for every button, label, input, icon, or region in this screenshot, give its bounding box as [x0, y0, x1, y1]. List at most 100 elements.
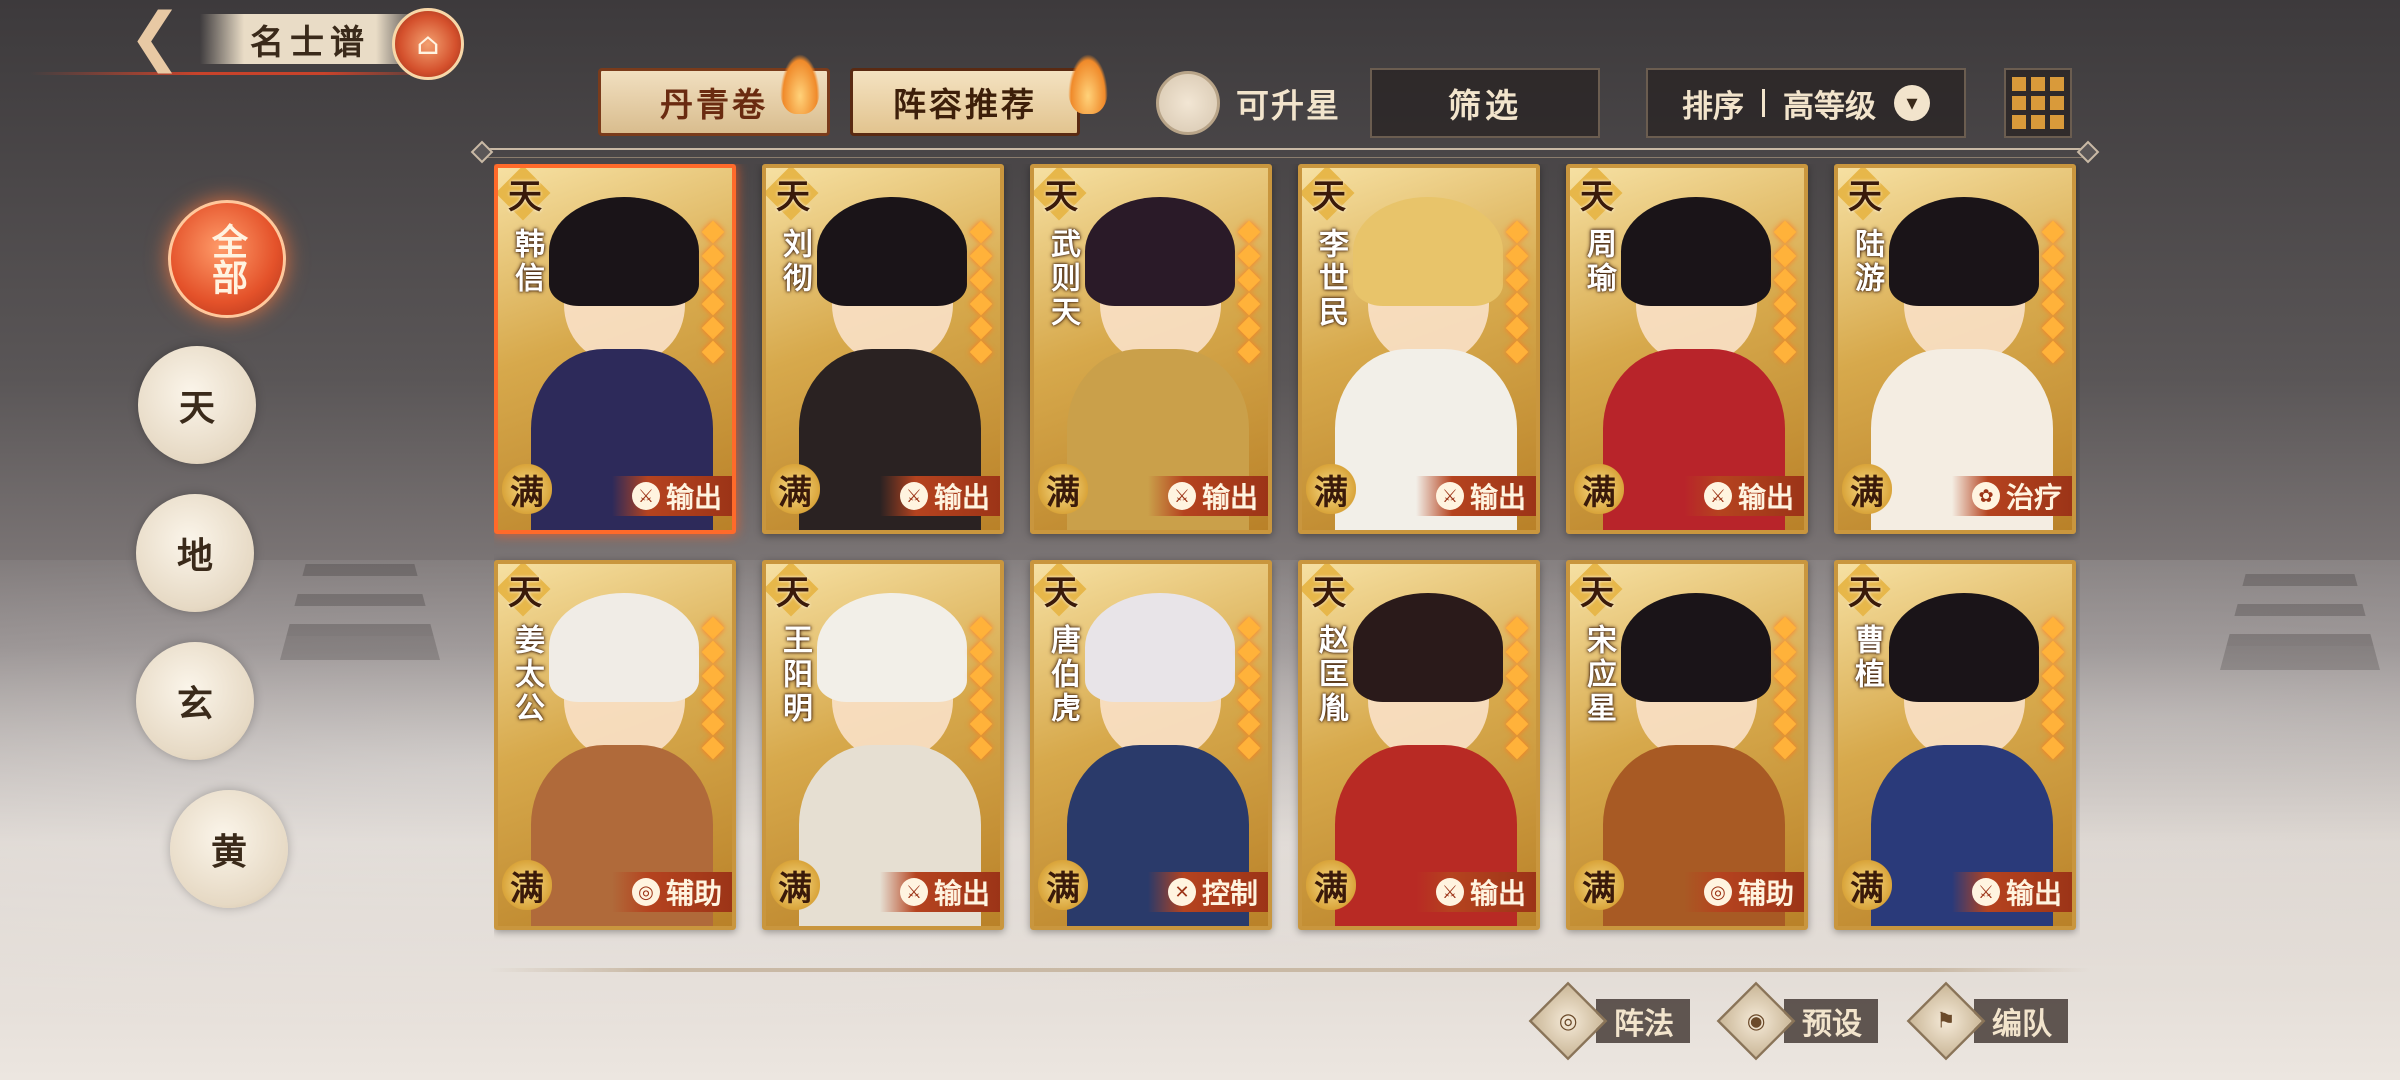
role-label: 输出: [2005, 877, 2062, 910]
star-icon: [701, 244, 725, 268]
sword-icon: ⚔: [1435, 482, 1464, 510]
hero-hair: [1621, 592, 1772, 702]
sword-icon: ⚔: [899, 878, 928, 906]
star-icon: [1505, 220, 1529, 244]
star-icon: [1505, 712, 1529, 736]
star-rating: [700, 220, 726, 364]
tab-lineup-recommend[interactable]: 阵容推荐: [850, 68, 1080, 136]
preset-button[interactable]: ◉ 预设: [1716, 981, 1878, 1061]
role-tag: ⚔ 输出: [1952, 872, 2072, 912]
rank-filter-di[interactable]: 地: [136, 494, 254, 612]
hero-card[interactable]: 天曹植满 ⚔ 输出: [1834, 560, 2076, 930]
sword-icon: ⚔: [1167, 482, 1196, 510]
max-level-badge: 满: [1306, 860, 1356, 910]
hero-card-grid: 天韩信满 ⚔ 输出天刘彻满 ⚔ 输出天武则天满 ⚔ 输出天李世民满 ⚔ 输出天周瑜满 ⚔ 输出天陆游…: [494, 164, 2080, 954]
grid-view-icon[interactable]: [2004, 68, 2072, 138]
filter-button[interactable]: 筛选: [1370, 68, 1600, 138]
role-label: 输出: [1469, 481, 1526, 514]
star-icon: [1773, 220, 1797, 244]
hero-card[interactable]: 天李世民满 ⚔ 输出: [1298, 164, 1540, 534]
rank-badge: 天: [1580, 572, 1614, 613]
rank-filter-all[interactable]: 全部: [168, 200, 286, 318]
cross-icon: ✕: [1167, 878, 1196, 906]
rank-badge: 天: [508, 572, 542, 613]
role-label: 输出: [933, 877, 990, 910]
upgradable-checkbox[interactable]: [1156, 71, 1220, 135]
role-tag: ◎ 辅助: [1684, 872, 1804, 912]
max-level-badge: 满: [770, 860, 820, 910]
max-level-badge: 满: [1842, 860, 1892, 910]
hero-name: 周瑜: [1581, 228, 1616, 296]
role-tag: ✕ 控制: [1148, 872, 1268, 912]
sword-icon: ⚔: [1971, 878, 2000, 906]
hero-hair: [1353, 592, 1504, 702]
team-button[interactable]: ⚑ 编队: [1906, 981, 2068, 1061]
role-tag: ✿ 治疗: [1952, 476, 2072, 516]
rank-filter-huang[interactable]: 黄: [170, 790, 288, 908]
back-arrow-icon[interactable]: ❮: [110, 0, 200, 74]
star-icon: [969, 316, 993, 340]
star-icon: [1505, 688, 1529, 712]
star-rating: [1772, 220, 1798, 364]
sword-icon: ⚔: [1435, 878, 1464, 906]
star-icon: [1505, 244, 1529, 268]
star-icon: [1237, 220, 1261, 244]
star-rating: [1504, 616, 1530, 760]
hero-hair: [1085, 196, 1236, 306]
pavilion-emblem-icon: ⌂: [392, 8, 464, 80]
star-icon: [701, 220, 725, 244]
hero-card[interactable]: 天王阳明满 ⚔ 输出: [762, 560, 1004, 930]
preset-icon: ◉: [1716, 981, 1796, 1061]
rank-filter-tian[interactable]: 天: [138, 346, 256, 464]
star-icon: [2041, 640, 2065, 664]
rank-badge: 天: [1044, 176, 1078, 217]
formation-button[interactable]: ◎ 阵法: [1528, 981, 1690, 1061]
hero-card[interactable]: 天赵匡胤满 ⚔ 输出: [1298, 560, 1540, 930]
star-rating: [1504, 220, 1530, 364]
role-tag: ⚔ 输出: [880, 476, 1000, 516]
star-icon: [701, 736, 725, 760]
star-icon: [2041, 616, 2065, 640]
leaf-icon: ✿: [1971, 482, 2000, 510]
star-icon: [2041, 316, 2065, 340]
hero-card[interactable]: 天周瑜满 ⚔ 输出: [1566, 164, 1808, 534]
role-tag: ◎ 辅助: [612, 872, 732, 912]
role-tag: ⚔ 输出: [1684, 476, 1804, 516]
max-level-badge: 满: [1038, 464, 1088, 514]
star-icon: [1237, 292, 1261, 316]
star-icon: [2041, 736, 2065, 760]
role-label: 输出: [933, 481, 990, 514]
star-icon: [969, 736, 993, 760]
hero-hair: [817, 196, 968, 306]
rank-badge: 天: [1580, 176, 1614, 217]
star-icon: [2041, 268, 2065, 292]
hero-card[interactable]: 天刘彻满 ⚔ 输出: [762, 164, 1004, 534]
max-level-badge: 满: [1574, 464, 1624, 514]
hero-card[interactable]: 天韩信满 ⚔ 输出: [494, 164, 736, 534]
hero-card[interactable]: 天武则天满 ⚔ 输出: [1030, 164, 1272, 534]
upgradable-label: 可升星: [1236, 86, 1341, 125]
star-icon: [2041, 220, 2065, 244]
hero-card[interactable]: 天唐伯虎满 ✕ 控制: [1030, 560, 1272, 930]
sort-dropdown[interactable]: 排序 高等级 ▾: [1646, 68, 1966, 138]
star-icon: [1505, 340, 1529, 364]
star-icon: [2041, 664, 2065, 688]
upgradable-toggle[interactable]: 可升星: [1156, 70, 1341, 136]
hero-card[interactable]: 天陆游满 ✿ 治疗: [1834, 164, 2076, 534]
star-icon: [1237, 340, 1261, 364]
star-icon: [1237, 688, 1261, 712]
star-icon: [1505, 616, 1529, 640]
max-level-badge: 满: [770, 464, 820, 514]
star-icon: [701, 712, 725, 736]
hero-card[interactable]: 天宋应星满 ◎ 辅助: [1566, 560, 1808, 930]
max-level-badge: 满: [1038, 860, 1088, 910]
star-icon: [1773, 268, 1797, 292]
team-icon: ⚑: [1906, 981, 1986, 1061]
star-icon: [701, 688, 725, 712]
star-icon: [1773, 664, 1797, 688]
rank-filter-xuan[interactable]: 玄: [136, 642, 254, 760]
hero-card[interactable]: 天姜太公满 ◎ 辅助: [494, 560, 736, 930]
star-icon: [1237, 616, 1261, 640]
star-icon: [1505, 268, 1529, 292]
star-rating: [700, 616, 726, 760]
